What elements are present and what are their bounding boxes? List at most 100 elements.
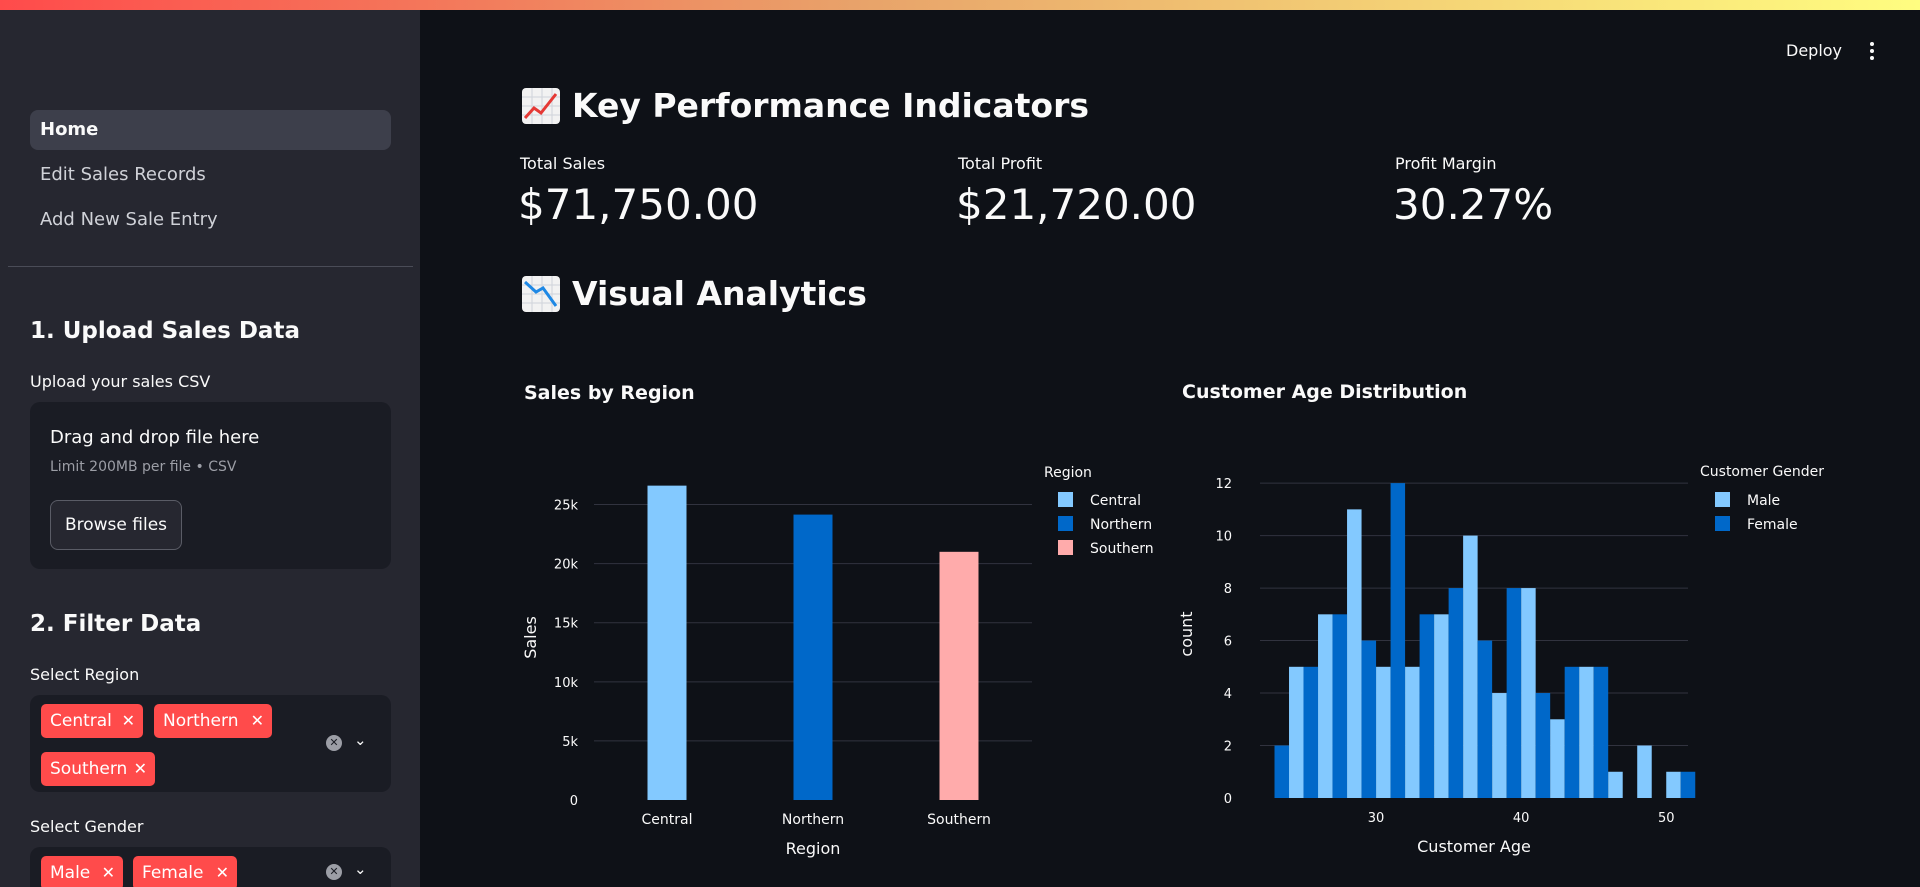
legend-swatch [1058,516,1073,531]
bar-male [1463,535,1478,798]
chip-northern[interactable]: Northern ✕ [154,704,272,738]
clear-all-icon[interactable]: ✕ [326,735,342,751]
x-tick-label: 30 [1368,811,1385,826]
gender-label: Select Gender [30,817,144,836]
region-multiselect[interactable]: Central ✕ Northern ✕ Southern ✕ ✕ ⌄ [30,695,391,792]
chart-decreasing-icon [522,275,560,312]
x-tick-label: Central [642,812,693,828]
y-tick-label: 8 [1224,582,1232,597]
y-tick-label: 0 [1224,792,1232,807]
x-tick-label: 50 [1658,811,1675,826]
x-axis-label: Customer Age [1417,837,1531,856]
legend-label: Female [1747,517,1798,533]
metric-profit-margin-value: 30.27% [1393,180,1554,229]
bar-male [1666,771,1681,798]
analytics-heading: Visual Analytics [522,274,867,313]
legend-label: Southern [1090,541,1154,557]
legend-swatch [1058,492,1073,507]
nav-edit-sales-records[interactable]: Edit Sales Records [30,155,391,195]
upload-label: Upload your sales CSV [30,372,211,391]
y-tick-label: 10k [554,676,579,691]
y-tick-label: 12 [1215,477,1232,492]
browse-files-button[interactable]: Browse files [50,500,182,550]
y-tick-label: 20k [554,558,579,573]
metric-total-sales-value: $71,750.00 [518,180,759,229]
age-distribution-chart: count Customer Age Customer Gender 0 2 4 6 8… [1177,464,1824,856]
file-dropzone[interactable]: Drag and drop file here Limit 200MB per … [30,402,391,569]
bar-female [1303,666,1319,798]
legend-label: Central [1090,493,1141,509]
y-tick-label: 5k [562,735,578,750]
region-label: Select Region [30,665,140,684]
nav-add-new-sale-entry[interactable]: Add New Sale Entry [30,200,391,240]
x-tick-label: Southern [927,812,991,828]
legend-swatch [1715,516,1730,531]
top-decoration-stripe [0,0,1920,10]
chip-label: Southern [50,759,128,779]
bar-female [1593,666,1609,798]
chart-increasing-icon [522,87,560,124]
x-axis-label: Region [786,839,841,858]
dropzone-title: Drag and drop file here [50,427,260,448]
y-tick-label: 15k [554,617,579,632]
bar-female [1506,588,1522,798]
chip-label: Northern [163,711,239,731]
bar-female [1448,588,1464,798]
clear-all-icon[interactable]: ✕ [326,864,342,880]
deploy-button[interactable]: Deploy [1786,41,1842,60]
chevron-down-icon[interactable]: ⌄ [354,731,367,749]
bar-female [1390,483,1406,798]
remove-icon[interactable]: ✕ [102,856,115,887]
metric-profit-margin-label: Profit Margin [1395,154,1497,173]
chart-title-age-distribution: Customer Age Distribution [1182,381,1468,403]
chip-label: Male [50,863,91,883]
chip-male[interactable]: Male ✕ [41,856,123,887]
chip-southern[interactable]: Southern ✕ [41,752,155,786]
gender-multiselect[interactable]: Male ✕ Female ✕ ✕ ⌄ [30,847,391,887]
bar-male [1550,719,1565,798]
kpi-heading: Key Performance Indicators [522,86,1089,125]
analytics-heading-text: Visual Analytics [572,274,867,313]
bar-male [1347,509,1362,798]
bar-female [1274,745,1290,798]
y-tick-label: 4 [1224,687,1232,702]
bar-male [1376,666,1391,798]
bar-southern [939,551,979,800]
bar-female [1535,693,1551,798]
chip-central[interactable]: Central ✕ [41,704,143,738]
legend-title: Region [1044,465,1092,481]
dropzone-limit: Limit 200MB per file • CSV [50,459,237,475]
chip-female[interactable]: Female ✕ [133,856,237,887]
legend-swatch [1058,540,1073,555]
bar-female [1419,614,1435,798]
sidebar: Home Edit Sales Records Add New Sale Ent… [0,10,420,887]
main-menu-icon[interactable] [1864,42,1880,62]
bar-female [1361,640,1377,798]
legend-label: Male [1747,493,1780,509]
y-tick-label: 10 [1215,530,1232,545]
bar-female [1477,640,1493,798]
metric-total-profit-label: Total Profit [958,154,1043,173]
filter-heading: 2. Filter Data [30,611,202,637]
remove-icon[interactable]: ✕ [251,704,264,738]
y-axis-label: count [1177,611,1196,656]
y-tick-label: 2 [1224,740,1232,755]
kpi-heading-text: Key Performance Indicators [572,86,1089,125]
legend-swatch [1715,492,1730,507]
remove-icon[interactable]: ✕ [134,752,147,786]
legend-title: Customer Gender [1700,464,1824,480]
chart-title-sales-by-region: Sales by Region [524,382,695,404]
remove-icon[interactable]: ✕ [122,704,135,738]
chip-label: Central [50,711,112,731]
y-tick-label: 6 [1224,635,1232,650]
sidebar-nav: Home Edit Sales Records Add New Sale Ent… [30,110,391,245]
bar-female [1564,666,1580,798]
y-axis-label: Sales [521,616,540,659]
remove-icon[interactable]: ✕ [216,856,229,887]
metric-total-sales-label: Total Sales [520,154,606,173]
bar-central [647,485,687,800]
bar-male [1405,666,1420,798]
nav-home[interactable]: Home [30,110,391,150]
y-tick-label: 0 [570,794,578,809]
chevron-down-icon[interactable]: ⌄ [354,860,367,878]
